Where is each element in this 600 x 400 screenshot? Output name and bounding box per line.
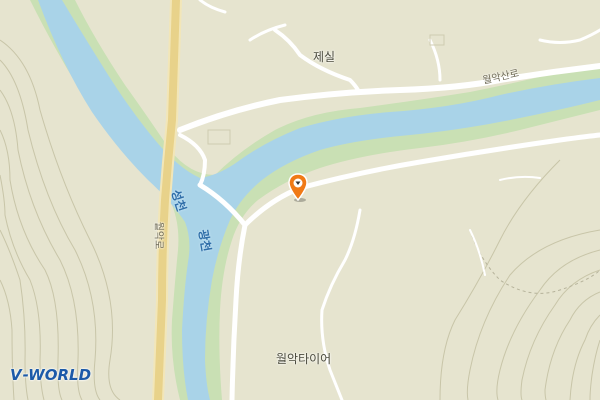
logo-mark: V — [10, 366, 22, 384]
business-label: 월악타이어 — [276, 352, 332, 366]
vworld-logo: V -WORLD — [10, 366, 91, 384]
river-label-2: 광천 — [195, 228, 214, 253]
road-label-left: 월악로 — [152, 221, 164, 250]
village-label: 제실 — [313, 50, 336, 64]
logo-text: -WORLD — [22, 366, 92, 384]
map-canvas[interactable]: 제실 월악산로 월악로 성천 광천 월악타이어 V -WORLD — [0, 0, 600, 400]
map-pin-icon[interactable] — [287, 173, 309, 203]
